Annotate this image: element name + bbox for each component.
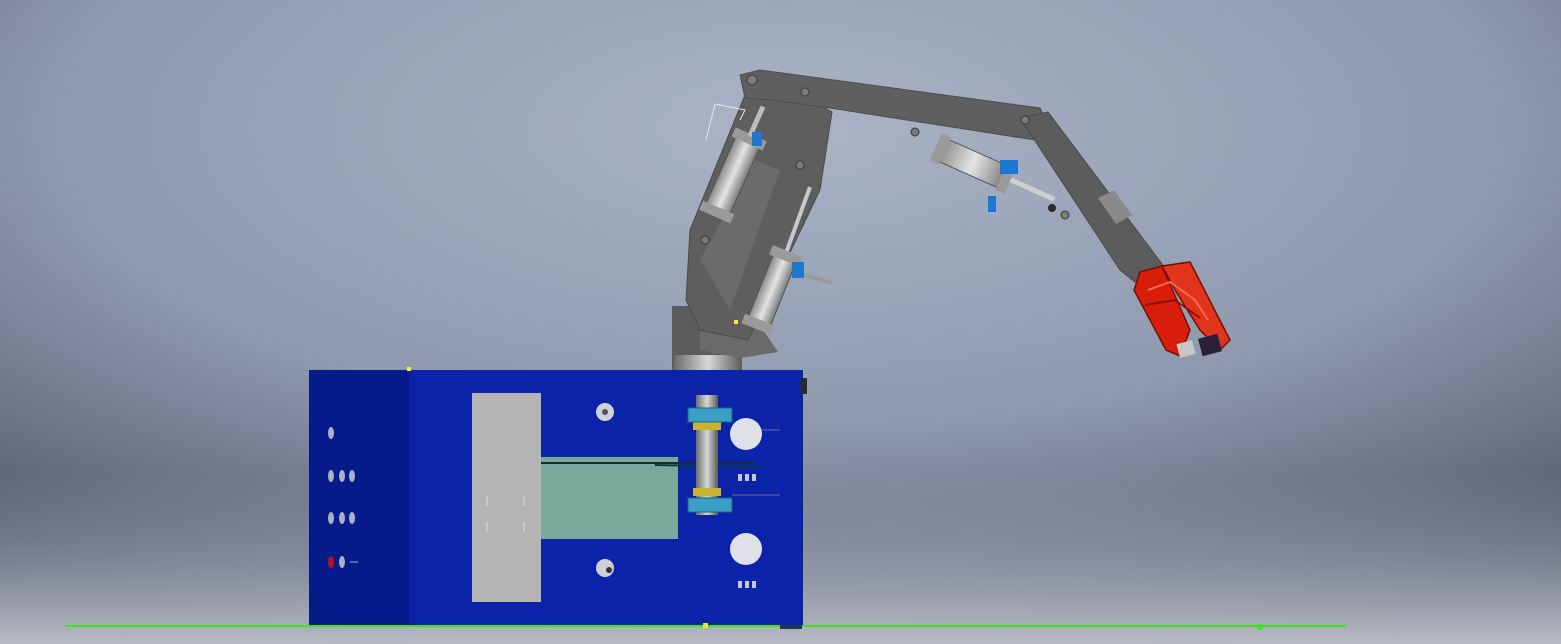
pivot-pin — [746, 74, 758, 86]
mount-hole — [596, 559, 614, 577]
shaft-ring — [693, 422, 721, 430]
cabinet-window — [541, 457, 678, 539]
ground-marker — [1257, 624, 1263, 630]
pivot-pin — [1020, 115, 1030, 125]
shaft-ring — [693, 488, 721, 496]
pivot-pin — [910, 127, 920, 137]
cylinder-2-fitting — [792, 262, 804, 278]
pivot-pin — [1060, 210, 1070, 220]
cable-port — [730, 418, 762, 450]
pivot-pin — [700, 235, 710, 245]
cylinder-3-fitting — [1000, 160, 1018, 174]
cylinder-1-fitting — [752, 132, 762, 146]
cabinet-edge-bracket — [801, 378, 807, 394]
cabinet-top-marker — [407, 367, 411, 371]
cable-port — [730, 533, 762, 565]
pivot-pin — [800, 87, 810, 97]
cabinet-top-marker — [734, 320, 738, 324]
cylinder-3-fitting — [988, 196, 996, 212]
mount-hole-center — [606, 567, 612, 573]
bearing-block-bottom — [687, 497, 733, 513]
cylinder-3-rod-end — [1048, 204, 1056, 212]
ground-marker — [780, 625, 802, 629]
cabinet-side-panel — [309, 370, 409, 625]
mount-hole-center — [602, 409, 608, 415]
bearing-block-top — [687, 407, 733, 423]
cad-viewport[interactable] — [0, 0, 1561, 644]
ground-marker — [703, 623, 708, 628]
pivot-pin — [795, 160, 805, 170]
cabinet-grey-door — [472, 393, 541, 602]
